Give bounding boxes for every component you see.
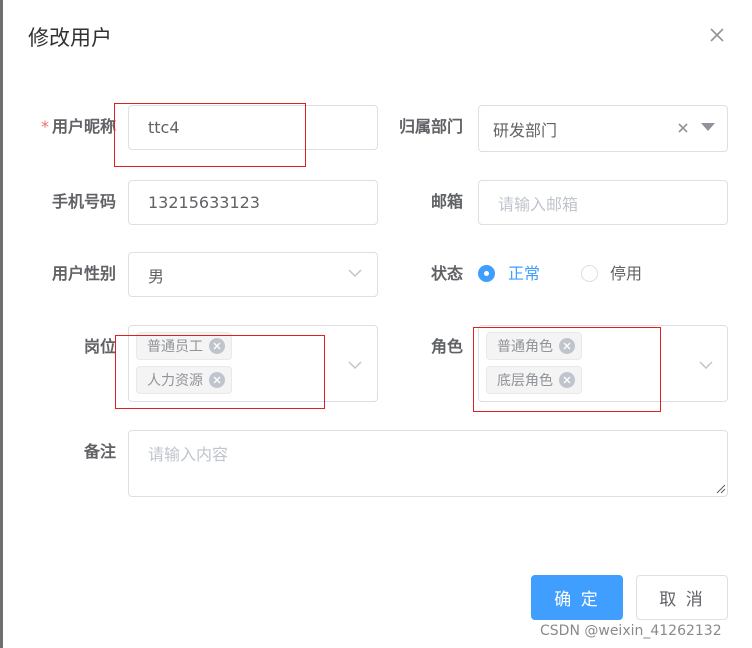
nickname-label: * 用户昵称 bbox=[31, 117, 116, 137]
remark-textarea[interactable]: 请输入内容 bbox=[128, 430, 728, 497]
role-label: 角色 bbox=[430, 337, 463, 356]
status-radio-normal[interactable] bbox=[478, 265, 495, 282]
annotation-box-nickname bbox=[114, 103, 306, 167]
annotation-box-post bbox=[115, 335, 325, 409]
confirm-button[interactable]: 确 定 bbox=[531, 575, 623, 620]
cancel-button[interactable]: 取 消 bbox=[636, 575, 728, 620]
dialog-title: 修改用户 bbox=[28, 26, 112, 50]
sex-label: 用户性别 bbox=[51, 264, 116, 283]
dept-label: 归属部门 bbox=[398, 117, 463, 136]
status-radio-disabled[interactable] bbox=[581, 265, 598, 282]
chevron-down-icon bbox=[348, 361, 362, 370]
chevron-down-icon bbox=[699, 361, 713, 370]
close-button[interactable] bbox=[708, 26, 726, 44]
required-mark: * bbox=[40, 117, 49, 136]
dept-value: 研发部门 bbox=[493, 120, 558, 140]
sex-select[interactable]: 男 bbox=[128, 252, 378, 297]
resize-handle-icon[interactable] bbox=[716, 484, 726, 494]
post-label: 岗位 bbox=[83, 337, 116, 356]
phone-value: 13215633123 bbox=[148, 193, 260, 212]
remark-label: 备注 bbox=[83, 442, 116, 461]
clear-icon[interactable] bbox=[677, 122, 689, 134]
watermark: CSDN @weixin_41262132 bbox=[540, 623, 722, 639]
dept-dropdown-icon bbox=[701, 123, 715, 131]
dept-select[interactable]: 研发部门 bbox=[478, 105, 728, 152]
nickname-label-text: 用户昵称 bbox=[51, 117, 116, 136]
sex-value: 男 bbox=[148, 266, 165, 286]
email-placeholder: 请输入邮箱 bbox=[498, 194, 579, 214]
phone-input[interactable]: 13215633123 bbox=[128, 180, 378, 225]
email-label: 邮箱 bbox=[430, 192, 463, 211]
status-label: 状态 bbox=[430, 264, 463, 283]
status-option-normal[interactable]: 正常 bbox=[508, 264, 540, 284]
phone-label: 手机号码 bbox=[51, 192, 116, 211]
edit-user-dialog: 修改用户 * 用户昵称 ttc4 归属部门 研发部门 手机号码 132156331… bbox=[3, 0, 752, 648]
chevron-down-icon bbox=[348, 269, 362, 278]
status-option-disabled[interactable]: 停用 bbox=[610, 264, 642, 284]
remark-placeholder: 请输入内容 bbox=[148, 445, 229, 464]
email-input[interactable]: 请输入邮箱 bbox=[478, 180, 728, 225]
close-icon bbox=[710, 28, 724, 42]
annotation-box-role bbox=[473, 327, 661, 412]
